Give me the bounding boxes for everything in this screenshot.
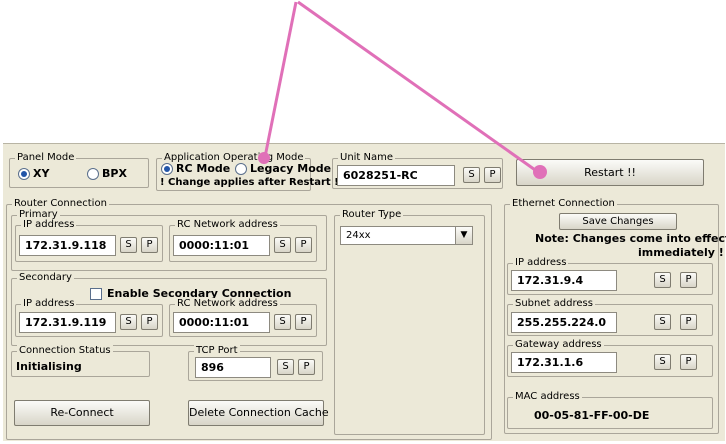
primary-rc-legend: RC Network address	[175, 219, 280, 231]
tcp-port-s-button[interactable]: S	[277, 359, 294, 375]
ethernet-note-line1: Note: Changes come into effect	[535, 232, 726, 245]
mac-address-legend: MAC address	[513, 391, 582, 403]
settings-panel: Panel Mode XY BPX Application Operating …	[3, 143, 726, 441]
unit-name-legend: Unit Name	[338, 152, 396, 164]
reconnect-button[interactable]: Re-Connect	[14, 400, 150, 426]
secondary-group: Secondary Enable Secondary Connection IP…	[11, 272, 327, 346]
primary-rc-field[interactable]: 0000:11:01	[173, 235, 270, 256]
tcp-port-field[interactable]: 896	[195, 357, 271, 378]
eth-ip-p-button[interactable]: P	[680, 272, 697, 288]
restart-note: ! Change applies after Restart !	[160, 177, 339, 188]
panel-mode-legend: Panel Mode	[15, 152, 77, 164]
secondary-rc-p-button[interactable]: P	[295, 314, 312, 330]
legacy-mode-label: Legacy Mode	[250, 162, 332, 175]
eth-subnet-group: Subnet address 255.255.224.0 S P	[507, 298, 713, 336]
primary-rc-s-button[interactable]: S	[274, 237, 291, 253]
eth-ip-s-button[interactable]: S	[654, 272, 671, 288]
router-connection-group: Router Connection Primary IP address 172…	[6, 198, 492, 440]
bpx-radio[interactable]	[87, 168, 99, 180]
primary-rc-p-button[interactable]: P	[295, 237, 312, 253]
secondary-ip-s-button[interactable]: S	[120, 314, 137, 330]
connection-status-group: Connection Status Initialising	[11, 345, 150, 377]
rc-mode-radio[interactable]	[161, 163, 173, 175]
eth-gateway-legend: Gateway address	[513, 339, 604, 351]
mac-address-group: MAC address 00-05-81-FF-00-DE	[507, 391, 713, 429]
eth-ip-group: IP address 172.31.9.4 S P	[507, 257, 713, 295]
router-type-value: 24xx	[346, 230, 371, 241]
rc-mode-label: RC Mode	[176, 162, 231, 175]
panel-mode-group: Panel Mode XY BPX	[9, 152, 149, 188]
mac-address-value: 00-05-81-FF-00-DE	[534, 409, 650, 422]
eth-gateway-group: Gateway address 172.31.1.6 S P	[507, 339, 713, 377]
router-type-select[interactable]: 24xx ▼	[340, 226, 473, 245]
xy-radio[interactable]	[18, 168, 30, 180]
secondary-legend: Secondary	[17, 272, 74, 284]
app-mode-group: Application Operating Mode RC Mode Legac…	[156, 152, 339, 191]
unit-name-s-button[interactable]: S	[463, 167, 480, 183]
legacy-mode-radio[interactable]	[235, 163, 247, 175]
unit-name-field[interactable]: 6028251-RC	[337, 165, 455, 186]
primary-ip-s-button[interactable]: S	[120, 237, 137, 253]
eth-subnet-legend: Subnet address	[513, 298, 595, 310]
secondary-ip-field[interactable]: 172.31.9.119	[19, 312, 116, 333]
tcp-port-group: TCP Port 896 S P	[188, 345, 323, 381]
bpx-label: BPX	[102, 167, 127, 180]
tcp-port-p-button[interactable]: P	[298, 359, 315, 375]
ethernet-note-line2: immediately !	[638, 246, 724, 259]
delete-connection-cache-button[interactable]: Delete Connection Cache	[188, 400, 329, 426]
eth-gateway-p-button[interactable]: P	[680, 354, 697, 370]
unit-name-group: Unit Name 6028251-RC S P	[332, 152, 503, 189]
tcp-port-legend: TCP Port	[194, 345, 240, 357]
eth-subnet-p-button[interactable]: P	[680, 314, 697, 330]
secondary-ip-legend: IP address	[21, 298, 77, 310]
secondary-ip-group: IP address 172.31.9.119 S P	[15, 298, 163, 337]
primary-group: Primary IP address 172.31.9.118 S P RC N…	[11, 209, 327, 271]
connection-status-value: Initialising	[16, 360, 82, 373]
primary-ip-field[interactable]: 172.31.9.118	[19, 235, 116, 256]
primary-ip-legend: IP address	[21, 219, 77, 231]
secondary-rc-field[interactable]: 0000:11:01	[173, 312, 270, 333]
chevron-down-icon[interactable]: ▼	[455, 227, 472, 244]
router-type-group: Router Type 24xx ▼	[334, 209, 485, 435]
ethernet-connection-group: Ethernet Connection Save Changes Note: C…	[504, 198, 726, 434]
eth-subnet-field[interactable]: 255.255.224.0	[511, 312, 617, 333]
annotation-line-to-mode	[263, 1, 298, 158]
eth-ip-legend: IP address	[513, 257, 569, 269]
secondary-ip-p-button[interactable]: P	[141, 314, 158, 330]
secondary-rc-s-button[interactable]: S	[274, 314, 291, 330]
connection-status-legend: Connection Status	[17, 345, 113, 357]
ethernet-connection-legend: Ethernet Connection	[510, 198, 617, 210]
primary-ip-group: IP address 172.31.9.118 S P	[15, 219, 163, 262]
router-type-legend: Router Type	[340, 209, 404, 221]
xy-label: XY	[33, 167, 50, 180]
eth-subnet-s-button[interactable]: S	[654, 314, 671, 330]
secondary-rc-legend: RC Network address	[175, 298, 280, 310]
eth-gateway-s-button[interactable]: S	[654, 354, 671, 370]
eth-gateway-field[interactable]: 172.31.1.6	[511, 352, 617, 373]
save-changes-button[interactable]: Save Changes	[559, 213, 677, 230]
primary-rc-group: RC Network address 0000:11:01 S P	[169, 219, 317, 262]
enable-secondary-checkbox[interactable]	[90, 288, 102, 300]
eth-ip-field[interactable]: 172.31.9.4	[511, 270, 617, 291]
primary-ip-p-button[interactable]: P	[141, 237, 158, 253]
restart-button[interactable]: Restart !!	[516, 159, 704, 186]
unit-name-p-button[interactable]: P	[484, 167, 501, 183]
secondary-rc-group: RC Network address 0000:11:01 S P	[169, 298, 317, 337]
